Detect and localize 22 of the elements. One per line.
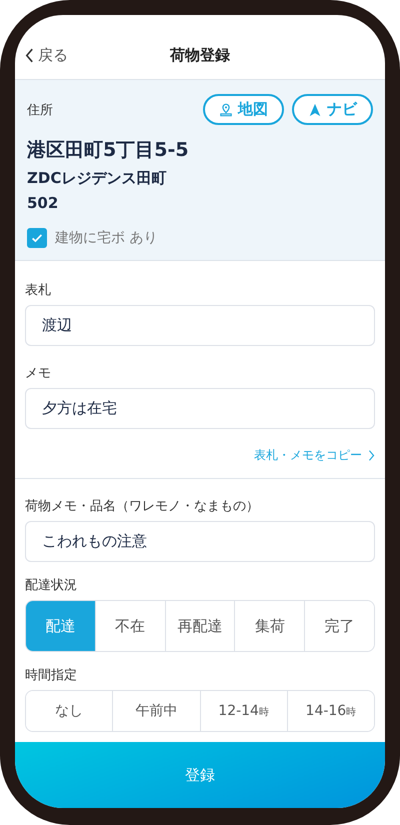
address-label: 住所 (27, 102, 53, 118)
chevron-left-icon (25, 48, 34, 63)
address-line: 港区田町5丁目5-5 (27, 138, 190, 163)
room-number: 502 (27, 194, 60, 212)
building-name: ZDCレジデンス田町 (27, 169, 168, 188)
checkbox-label: 建物に宅ボ あり (55, 229, 158, 247)
time-label: 時間指定 (25, 667, 78, 684)
nameplate-label: 表札 (25, 282, 52, 299)
status-label: 配達状況 (25, 577, 78, 594)
map-pin-icon (219, 102, 233, 116)
checkbox[interactable] (27, 228, 47, 248)
page-title: 荷物登録 (170, 46, 230, 65)
navigation-arrow-icon (308, 102, 322, 116)
chevron-right-icon (368, 450, 375, 461)
item-memo-label: 荷物メモ・品名（ワレモノ・なまもの） (25, 498, 260, 515)
item-memo-field[interactable]: こわれもの注意 (25, 521, 375, 562)
time-tab[interactable]: 14-16時 (286, 691, 374, 731)
memo-label: メモ (25, 365, 52, 382)
memo-field[interactable]: 夕方は在宅 (25, 388, 375, 429)
back-link[interactable]: 戻る (25, 46, 68, 65)
status-tab[interactable]: 完了 (304, 601, 374, 651)
nameplate-field[interactable]: 渡辺 (25, 305, 375, 346)
